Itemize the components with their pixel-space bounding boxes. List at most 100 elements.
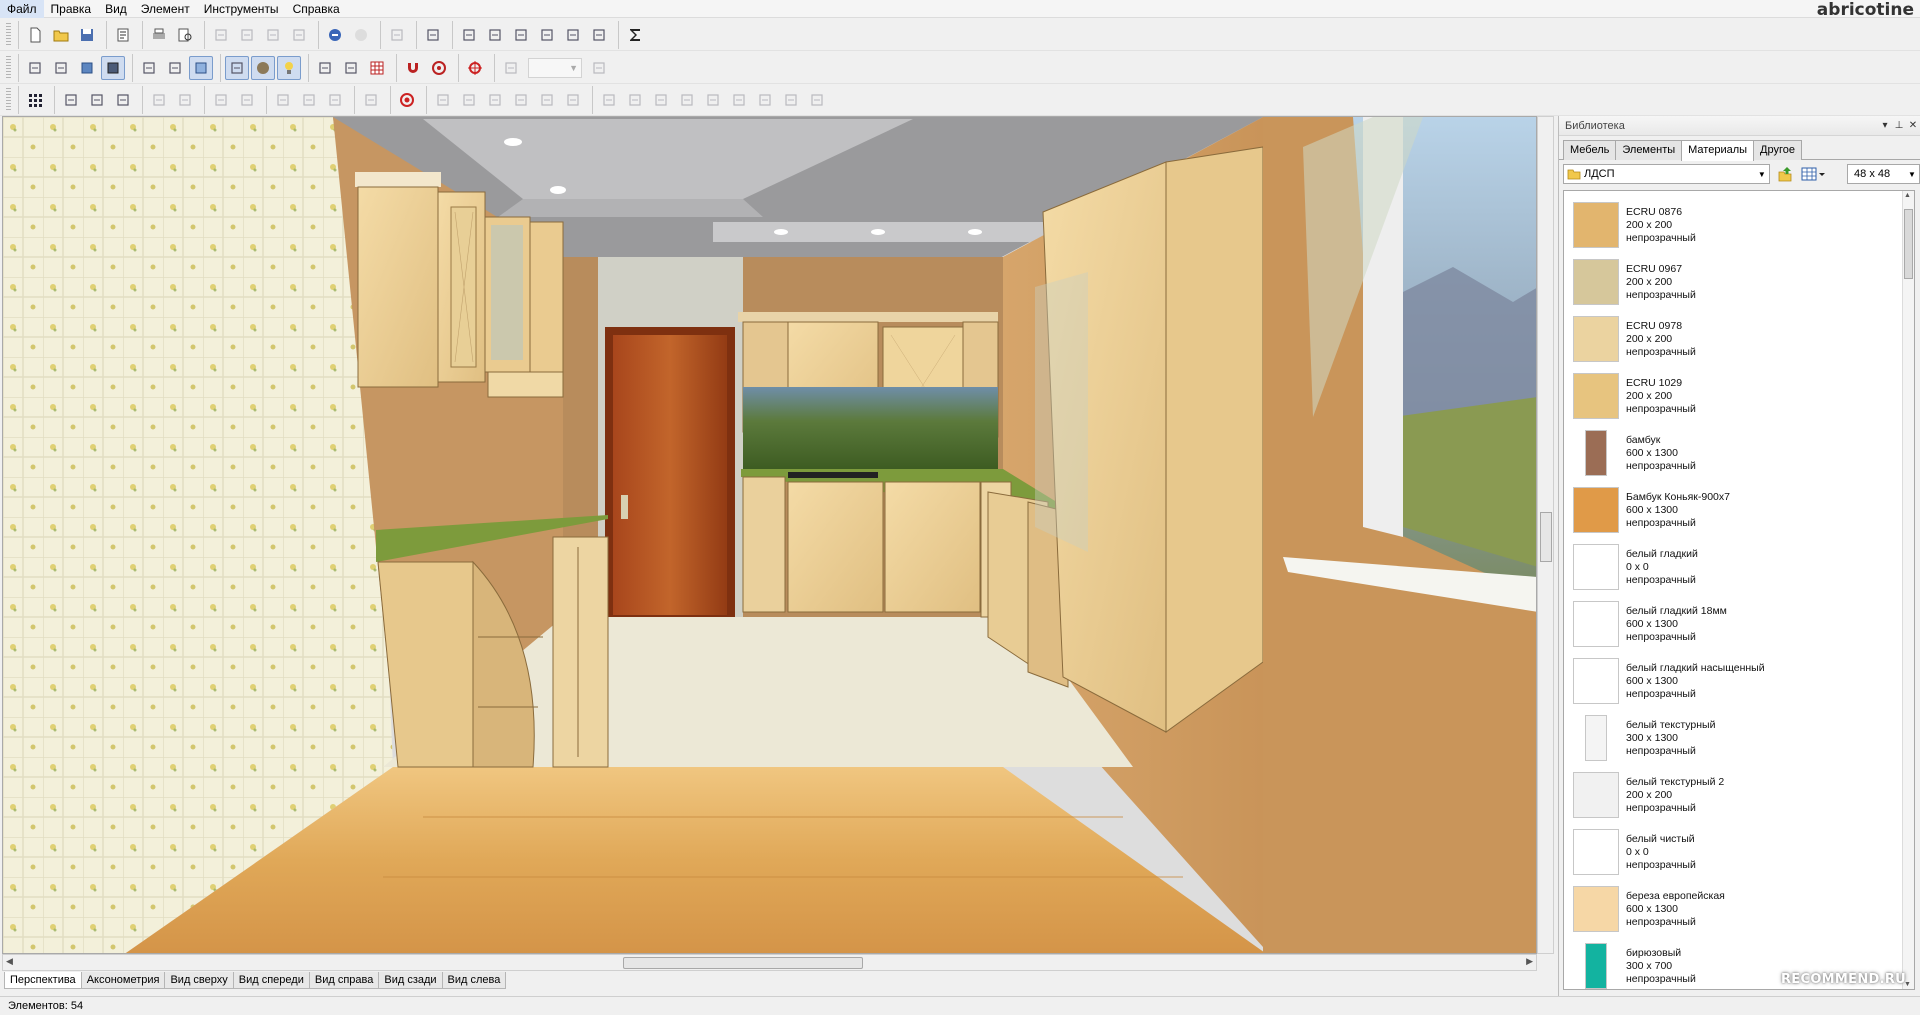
3d-viewport[interactable] <box>2 116 1537 954</box>
material-item[interactable]: белый текстурный 300 x 1300 непрозрачный <box>1568 710 1893 766</box>
cube-dark-icon[interactable] <box>101 55 125 80</box>
magnet-icon[interactable] <box>401 56 425 80</box>
toolbar-grip[interactable] <box>6 22 11 47</box>
sum-icon[interactable] <box>623 23 647 47</box>
bulb-icon[interactable] <box>277 55 301 80</box>
view-mode-icon[interactable] <box>1799 164 1827 184</box>
material-item[interactable]: белый текстурный 2 200 x 200 непрозрачный <box>1568 767 1893 823</box>
align-center-icon[interactable] <box>457 88 481 112</box>
align-top-icon[interactable] <box>483 88 507 112</box>
view-tab[interactable]: Вид слева <box>441 972 507 989</box>
delete-icon[interactable] <box>287 23 311 47</box>
horizontal-scroll-thumb[interactable] <box>623 957 863 969</box>
kitchen-render[interactable] <box>3 117 1537 954</box>
print-preview-icon[interactable] <box>173 23 197 47</box>
move-icon[interactable] <box>85 88 109 112</box>
material-item[interactable]: белый чистый 0 x 0 непрозрачный <box>1568 824 1893 880</box>
align-left-icon[interactable] <box>209 88 233 112</box>
copy-icon[interactable] <box>235 23 259 47</box>
vertical-scroll-thumb[interactable] <box>1540 512 1552 562</box>
menu-item[interactable]: Правка <box>44 0 99 18</box>
plus-move-icon[interactable] <box>297 88 321 112</box>
close-icon[interactable]: ✕ <box>1906 120 1920 131</box>
frame-icon[interactable] <box>137 56 161 80</box>
select-grid-icon[interactable] <box>23 88 47 112</box>
cube-light-icon[interactable] <box>189 55 213 80</box>
thumb-size-select[interactable]: 48 x 48 ▼ <box>1847 164 1920 184</box>
material-item[interactable]: ECRU 0978 200 x 200 непрозрачный <box>1568 311 1893 367</box>
rotate-icon[interactable] <box>313 56 337 80</box>
material-list-scrollbar[interactable]: ▲ ▼ <box>1902 191 1914 989</box>
text-label-icon[interactable] <box>225 55 249 80</box>
pin-icon[interactable]: ⊥ <box>1892 120 1906 131</box>
menu-item[interactable]: Справка <box>286 0 347 18</box>
material-item[interactable]: Бамбук Коньяк-900х7 600 x 1300 непрозрачны… <box>1568 482 1893 538</box>
sphere-icon[interactable] <box>251 55 275 80</box>
monitor-icon[interactable] <box>561 23 585 47</box>
view-tab[interactable]: Перспектива <box>4 972 82 989</box>
lock-icon[interactable] <box>805 88 829 112</box>
print-icon[interactable] <box>147 23 171 47</box>
material-item[interactable]: белый гладкий насыщенный 600 x 1300 непроз… <box>1568 653 1893 709</box>
dropdown-arrow-icon[interactable]: ▾ <box>1878 120 1892 131</box>
folder-up-icon[interactable] <box>1774 164 1796 184</box>
dimensions-icon[interactable] <box>535 23 559 47</box>
menu-item[interactable]: Файл <box>0 0 44 18</box>
save-icon[interactable] <box>75 23 99 47</box>
menu-item[interactable]: Элемент <box>134 0 197 18</box>
doc-settings-icon[interactable] <box>509 23 533 47</box>
toolbar-grip[interactable] <box>6 87 11 112</box>
scroll-right-icon[interactable]: ▶ <box>1526 956 1533 967</box>
view-tab[interactable]: Вид сверху <box>164 972 234 989</box>
library-tab[interactable]: Элементы <box>1615 140 1683 160</box>
view-tab[interactable]: Вид сзади <box>378 972 443 989</box>
zoom-out-icon[interactable] <box>587 56 611 80</box>
menu-item[interactable]: Инструменты <box>197 0 286 18</box>
list-scroll-thumb[interactable] <box>1904 209 1913 279</box>
wall-icon[interactable] <box>23 56 47 80</box>
equal-left-icon[interactable] <box>597 88 621 112</box>
render-icon[interactable] <box>587 23 611 47</box>
group-icon[interactable] <box>147 88 171 112</box>
box-icon[interactable] <box>49 56 73 80</box>
measure-icon[interactable] <box>339 56 363 80</box>
mirror-icon[interactable] <box>359 88 383 112</box>
zoom-in-icon[interactable] <box>499 56 523 80</box>
rotate-left-icon[interactable] <box>271 88 295 112</box>
view-tab[interactable]: Аксонометрия <box>80 972 166 989</box>
distribute-h-icon[interactable] <box>509 88 533 112</box>
zoom-doc-icon[interactable] <box>483 23 507 47</box>
grid-icon[interactable] <box>365 56 389 80</box>
viewport-vertical-scrollbar[interactable] <box>1537 116 1554 954</box>
view-tab[interactable]: Вид спереди <box>232 972 310 989</box>
layout-icon[interactable] <box>457 23 481 47</box>
help-icon[interactable] <box>385 23 409 47</box>
equal-height-icon[interactable] <box>701 88 725 112</box>
material-item[interactable]: береза европейская 600 x 1300 непрозрачный <box>1568 881 1893 937</box>
record-icon[interactable] <box>395 88 419 112</box>
library-tab[interactable]: Материалы <box>1681 140 1755 161</box>
chat-icon[interactable] <box>753 88 777 112</box>
material-item[interactable]: ECRU 0876 200 x 200 непрозрачный <box>1568 197 1893 253</box>
viewport-horizontal-scrollbar[interactable]: ◀ ▶ <box>2 954 1537 971</box>
toolbar-grip[interactable] <box>6 55 11 80</box>
warning-icon[interactable] <box>323 88 347 112</box>
target-icon[interactable] <box>427 56 451 80</box>
frame-open-icon[interactable] <box>163 56 187 80</box>
material-item[interactable]: ECRU 0967 200 x 200 непрозрачный <box>1568 254 1893 310</box>
scroll-up-icon[interactable]: ▲ <box>1904 192 1911 199</box>
new-file-icon[interactable] <box>23 23 47 47</box>
pen-icon[interactable] <box>111 88 135 112</box>
folder-select[interactable]: ЛДСП ▼ <box>1563 164 1770 184</box>
redo-icon[interactable] <box>349 23 373 47</box>
equal-center-icon[interactable] <box>623 88 647 112</box>
crosshair-icon[interactable] <box>463 56 487 80</box>
equal-right-icon[interactable] <box>649 88 673 112</box>
move-up-icon[interactable] <box>59 88 83 112</box>
view-tab[interactable]: Вид справа <box>308 972 380 989</box>
scroll-left-icon[interactable]: ◀ <box>6 956 13 967</box>
align-right-icon[interactable] <box>235 88 259 112</box>
ungroup-icon[interactable] <box>173 88 197 112</box>
properties-icon[interactable] <box>111 23 135 47</box>
checklist-icon[interactable] <box>421 23 445 47</box>
